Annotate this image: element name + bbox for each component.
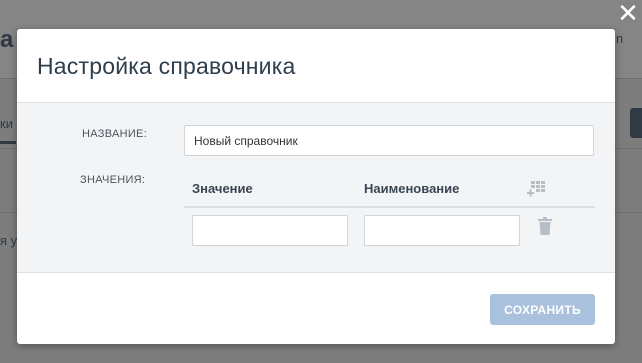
save-button[interactable]: СОХРАНИТЬ bbox=[490, 294, 595, 325]
column-header-value: Значение bbox=[192, 181, 253, 196]
dialog-body: НАЗВАНИЕ: ЗНАЧЕНИЯ: Значение Наименовани… bbox=[17, 103, 615, 273]
background-button bbox=[630, 108, 642, 138]
value-input[interactable] bbox=[192, 215, 348, 246]
settings-dialog: Настройка справочника НАЗВАНИЕ: ЗНАЧЕНИЯ… bbox=[17, 29, 615, 344]
dialog-title: Настройка справочника bbox=[37, 53, 296, 79]
name-label: НАЗВАНИЕ: bbox=[82, 128, 148, 140]
background-tab-underline bbox=[0, 141, 16, 144]
name-cell-input[interactable] bbox=[364, 215, 520, 246]
background-row-text: я у bbox=[0, 233, 18, 248]
close-icon[interactable]: ✕ bbox=[614, 0, 642, 28]
name-input[interactable] bbox=[184, 125, 594, 156]
background-header-text: n bbox=[616, 31, 624, 46]
column-header-name: Наименование bbox=[364, 181, 460, 196]
add-row-icon[interactable] bbox=[527, 181, 549, 197]
trash-icon[interactable] bbox=[538, 217, 552, 235]
values-label: ЗНАЧЕНИЯ: bbox=[80, 174, 146, 186]
background-tab: ки bbox=[0, 116, 13, 131]
dialog-header: Настройка справочника bbox=[17, 29, 615, 103]
dialog-footer: СОХРАНИТЬ bbox=[17, 273, 615, 344]
background-page-title: a bbox=[0, 26, 14, 53]
table-header-divider bbox=[184, 206, 595, 208]
